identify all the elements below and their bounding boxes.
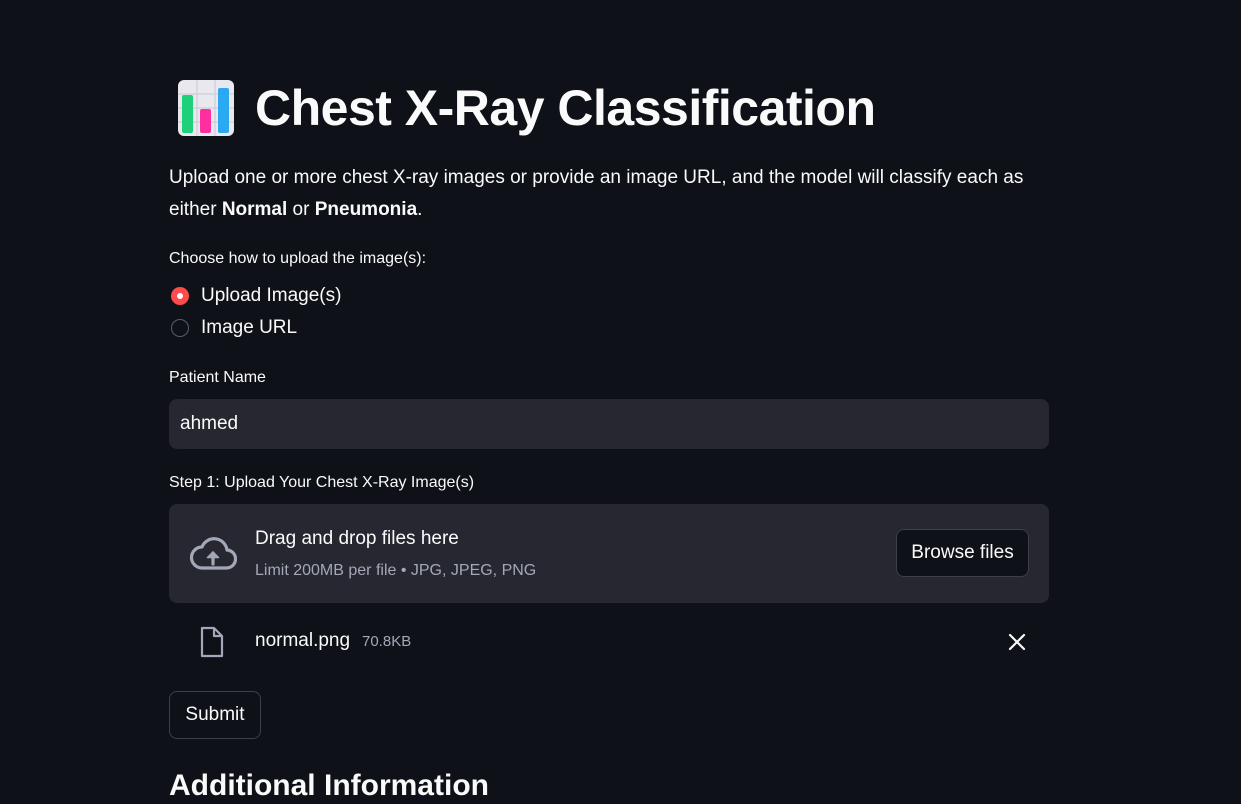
radio-label: Image URL <box>201 317 298 338</box>
uploaded-file-item: normal.png 70.8KB <box>169 622 1049 662</box>
bar-chart-icon <box>178 80 234 136</box>
radio-button-selected[interactable] <box>171 287 189 305</box>
upload-mode-label: Choose how to upload the image(s): <box>169 250 427 267</box>
file-size: 70.8KB <box>362 633 412 650</box>
page-header: Chest X-Ray Classification <box>177 78 876 138</box>
dropzone-limit-text: Limit 200MB per file • JPG, JPEG, PNG <box>255 562 537 579</box>
radio-image-url[interactable]: Image URL <box>171 317 297 339</box>
radio-label: Upload Image(s) <box>201 285 342 306</box>
intro-pneumonia-bold: Pneumonia <box>314 199 418 220</box>
submit-button[interactable]: Submit <box>169 691 261 739</box>
intro-normal-bold: Normal <box>221 199 288 220</box>
radio-button[interactable] <box>171 319 189 337</box>
cloud-upload-icon <box>189 537 237 570</box>
uploader-label: Step 1: Upload Your Chest X-Ray Image(s) <box>169 474 475 491</box>
intro-part: or <box>287 199 315 220</box>
intro-text: Upload one or more chest X-ray images or… <box>169 162 1029 226</box>
dropzone-instructions: Drag and drop files here <box>255 528 459 549</box>
file-icon <box>200 626 224 658</box>
page-title: Chest X-Ray Classification <box>255 80 876 136</box>
browse-files-button[interactable]: Browse files <box>896 529 1029 577</box>
close-icon[interactable] <box>1005 630 1029 654</box>
file-dropzone[interactable]: Drag and drop files here Limit 200MB per… <box>169 504 1049 603</box>
intro-part: . <box>417 199 423 220</box>
radio-upload-images[interactable]: Upload Image(s) <box>171 285 341 307</box>
patient-name-label: Patient Name <box>169 369 266 386</box>
file-name: normal.png <box>255 630 351 651</box>
section-heading: Additional Information <box>169 769 489 802</box>
patient-name-input[interactable] <box>169 399 1049 449</box>
